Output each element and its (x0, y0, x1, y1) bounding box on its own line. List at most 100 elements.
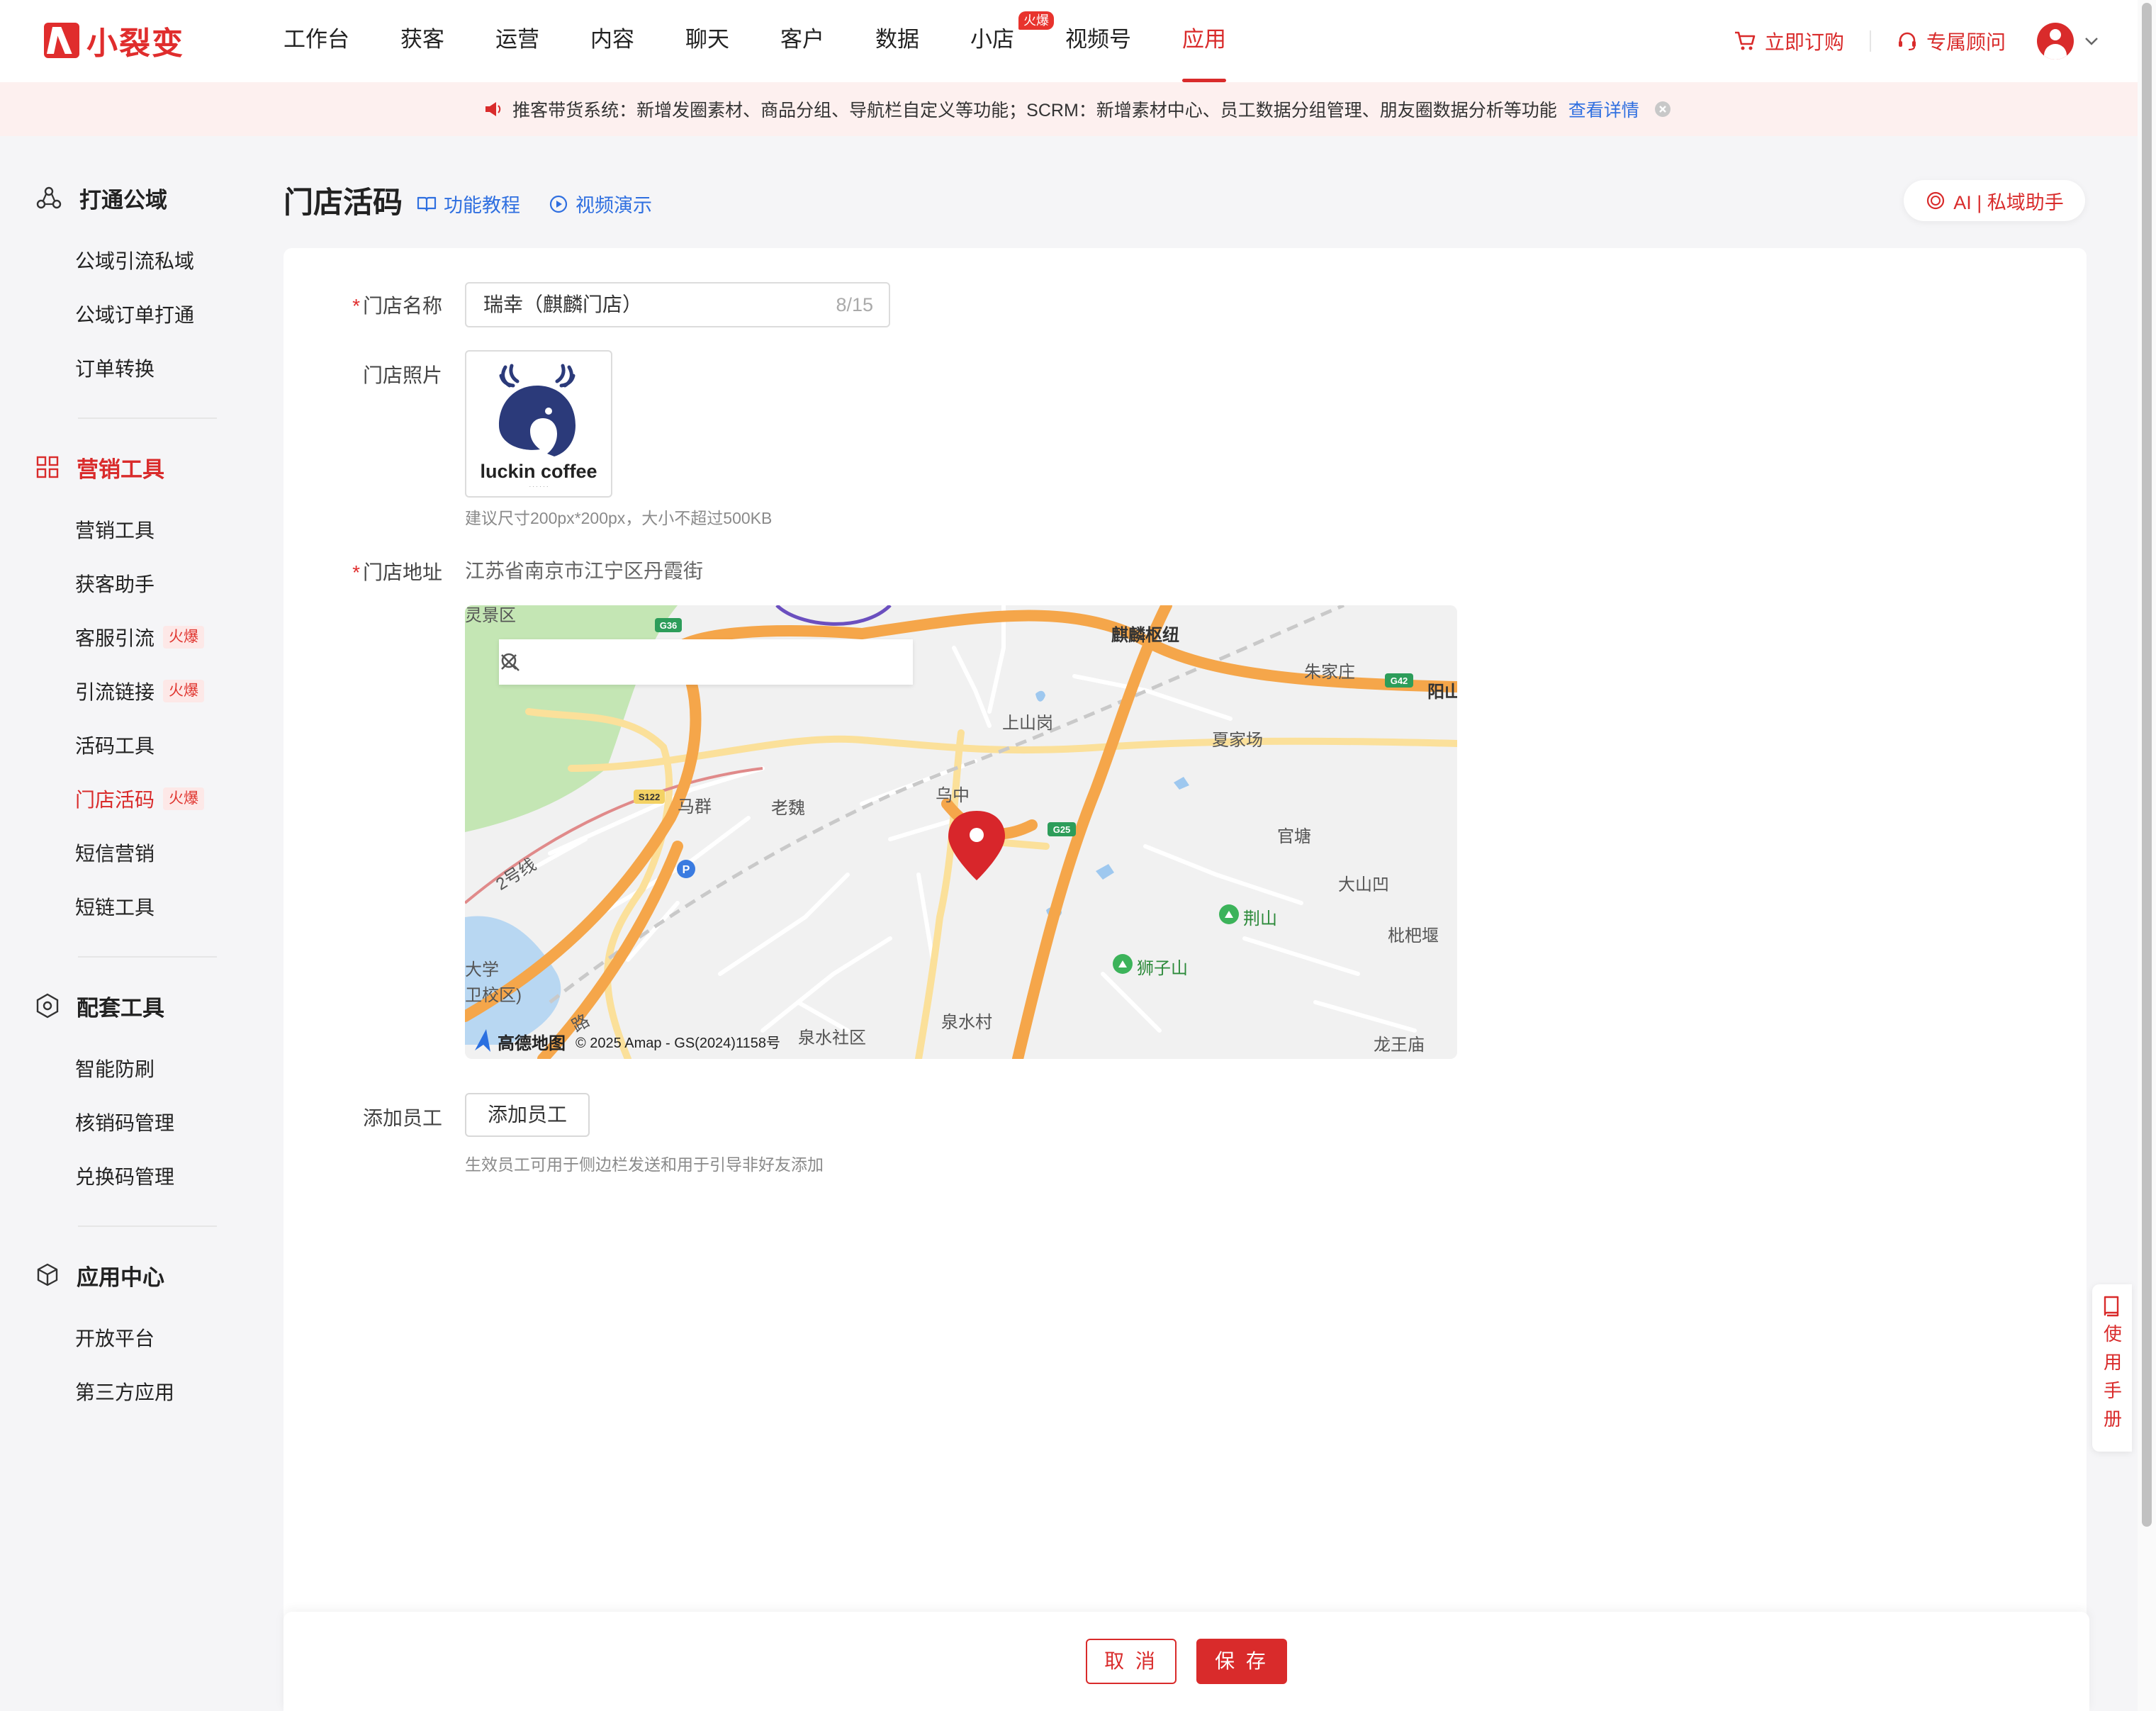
svg-text:G36: G36 (660, 620, 678, 631)
brand-logo[interactable]: 小裂变 (44, 20, 184, 61)
luckin-logo-image: luckin coffee · · · · · · (480, 364, 597, 490)
sidebar-item-service-diversion[interactable]: 客服引流 火爆 (75, 619, 205, 655)
sidebar-item-label: 客服引流 (75, 627, 155, 649)
map-provider: 高德地图 (498, 1034, 566, 1053)
map-label: 朱家庄 (1304, 663, 1355, 682)
advisor-label: 专属顾问 (1926, 31, 2006, 53)
sidebar-divider (78, 956, 217, 958)
map-label: 夏家场 (1212, 731, 1263, 750)
store-address-label: * 门店地址 (286, 557, 442, 585)
sidebar-group-public[interactable]: 打通公域 (35, 180, 167, 215)
location-map[interactable]: G36 S122 G25 G42 P 灵景区 麒麟枢纽 朱家庄 阳山 上山岗 夏… (465, 605, 1457, 1059)
sidebar-item-third-party[interactable]: 第三方应用 (75, 1374, 174, 1409)
close-icon[interactable] (499, 652, 519, 672)
cancel-button[interactable]: 取 消 (1086, 1639, 1177, 1684)
sidebar-item-redeem-code[interactable]: 兑换码管理 (75, 1158, 174, 1194)
speaker-icon (485, 102, 501, 116)
add-staff-button[interactable]: 添加员工 (465, 1093, 590, 1137)
sidebar-item-live-code[interactable]: 活码工具 (75, 727, 155, 763)
sidebar-item-diversion-link[interactable]: 引流链接 火爆 (75, 673, 205, 709)
nav-item-shop[interactable]: 小店 火爆 (970, 0, 1054, 82)
sidebar-item-order-connect[interactable]: 公域订单打通 (75, 296, 194, 332)
photo-size-hint: 建议尺寸200px*200px，大小不超过500KB (465, 509, 773, 527)
map-attribution: 高德地图 © 2025 Amap - GS(2024)1158号 (473, 1029, 780, 1054)
sidebar-item-acquire-assistant[interactable]: 获客助手 (75, 566, 155, 601)
nav-item-acquire[interactable]: 获客 (400, 0, 444, 82)
sidebar-item-marketing-tools[interactable]: 营销工具 (75, 512, 155, 547)
svg-text:· · · · · ·: · · · · · · (529, 483, 548, 490)
notice-details-link[interactable]: 查看详情 (1568, 96, 1639, 122)
sidebar-item-label: 门店活码 (75, 789, 155, 811)
store-name-label-text: 门店名称 (362, 295, 442, 317)
map-label: 荆山 (1243, 909, 1277, 929)
nav-item-shop-label: 小店 (970, 27, 1014, 52)
sidebar: 打通公域 公域引流私域 公域订单打通 订单转换 营销工具 营销工具 获客助手 客… (0, 136, 241, 1711)
nav-item-chat[interactable]: 聊天 (685, 0, 729, 82)
map-label: 枇杷堰 (1388, 926, 1439, 946)
sidebar-group-marketing[interactable]: 营销工具 (35, 449, 164, 485)
map-label: 灵景区 (465, 606, 516, 625)
map-label: 阳山 (1427, 683, 1457, 702)
map-label: 上山岗 (1002, 714, 1053, 733)
user-manual-tab[interactable]: 使用手册 (2092, 1284, 2132, 1452)
sidebar-item-sms-marketing[interactable]: 短信营销 (75, 835, 155, 870)
user-manual-label: 使用手册 (2101, 1324, 2123, 1437)
nav-divider (1869, 30, 1871, 52)
map-label: 乌中 (936, 786, 970, 805)
sidebar-item-verify-code[interactable]: 核销码管理 (75, 1104, 174, 1140)
brand-name: 小裂变 (86, 26, 184, 61)
advisor-link[interactable]: 专属顾问 (1897, 27, 2006, 55)
grid-icon (36, 456, 59, 478)
hot-badge: 火爆 (163, 787, 205, 810)
store-name-label: * 门店名称 (286, 291, 442, 319)
add-staff-hint: 生效员工可用于侧边栏发送和用于引导非好友添加 (465, 1155, 824, 1174)
tutorial-label: 功能教程 (444, 195, 520, 216)
map-copyright: © 2025 Amap - GS(2024)1158号 (576, 1036, 780, 1051)
order-now-link[interactable]: 立即订购 (1734, 27, 1844, 55)
nav-item-data[interactable]: 数据 (875, 0, 919, 82)
store-photo-upload[interactable]: luckin coffee · · · · · · (465, 350, 612, 498)
video-demo-link[interactable]: 视频演示 (549, 190, 652, 218)
cube-icon (37, 1263, 58, 1286)
nav-item-workbench[interactable]: 工作台 (283, 0, 349, 82)
store-name-input[interactable]: 瑞幸（麒麟门店） 8/15 (465, 282, 890, 327)
nav-item-apps[interactable]: 应用 (1182, 0, 1226, 82)
page-title: 门店活码 (283, 186, 403, 219)
map-label: 泉水社区 (798, 1028, 866, 1048)
svg-text:P: P (683, 864, 690, 876)
sidebar-item-short-link[interactable]: 短链工具 (75, 889, 155, 924)
sidebar-group-support-tools[interactable]: 配套工具 (35, 988, 164, 1023)
scrollbar-thumb[interactable] (2142, 3, 2152, 1527)
notice-text: 推客带货系统：新增发圈素材、商品分组、导航栏自定义等功能；SCRM：新增素材中心… (512, 101, 1557, 120)
store-name-counter: 8/15 (836, 294, 873, 315)
sidebar-group-app-center[interactable]: 应用中心 (35, 1257, 164, 1293)
sidebar-item-store-code[interactable]: 门店活码 火爆 (75, 781, 205, 817)
sidebar-item-public-to-private[interactable]: 公域引流私域 (75, 242, 194, 278)
ai-assistant-button[interactable]: AI | 私域助手 (1904, 180, 2085, 221)
nav-item-operate[interactable]: 运营 (495, 0, 539, 82)
ai-assistant-label: AI | 私域助手 (1953, 191, 2064, 213)
hot-badge: 火爆 (163, 680, 205, 702)
sidebar-group-title: 配套工具 (77, 995, 164, 1021)
nav-item-content[interactable]: 内容 (590, 0, 634, 82)
notice-bar: 推客带货系统：新增发圈素材、商品分组、导航栏自定义等功能；SCRM：新增素材中心… (0, 82, 2156, 136)
add-staff-label: 添加员工 (362, 1107, 442, 1129)
main-nav: 工作台 获客 运营 内容 聊天 客户 数据 小店 火爆 视频号 应用 (283, 0, 1277, 82)
user-avatar[interactable] (2037, 23, 2074, 60)
map-search-box[interactable] (499, 639, 913, 685)
sidebar-divider (78, 417, 217, 419)
chevron-down-icon[interactable] (2084, 36, 2099, 46)
video-demo-label: 视频演示 (576, 195, 652, 216)
tutorial-link[interactable]: 功能教程 (417, 190, 520, 218)
nav-item-channels[interactable]: 视频号 (1065, 0, 1131, 82)
top-nav: 小裂变 工作台 获客 运营 内容 聊天 客户 数据 小店 火爆 视频号 应用 立… (0, 0, 2156, 82)
save-button[interactable]: 保 存 (1196, 1639, 1287, 1684)
luckin-logo-text: luckin coffee (480, 461, 597, 482)
svg-text:G42: G42 (1391, 675, 1408, 686)
sidebar-item-anti-fraud[interactable]: 智能防刷 (75, 1050, 155, 1086)
sidebar-item-open-platform[interactable]: 开放平台 (75, 1320, 155, 1355)
map-label: 麒麟枢纽 (1111, 626, 1179, 645)
sidebar-item-order-convert[interactable]: 订单转换 (75, 350, 155, 386)
close-circle-icon[interactable] (1654, 100, 1672, 118)
nav-item-customer[interactable]: 客户 (780, 0, 824, 82)
